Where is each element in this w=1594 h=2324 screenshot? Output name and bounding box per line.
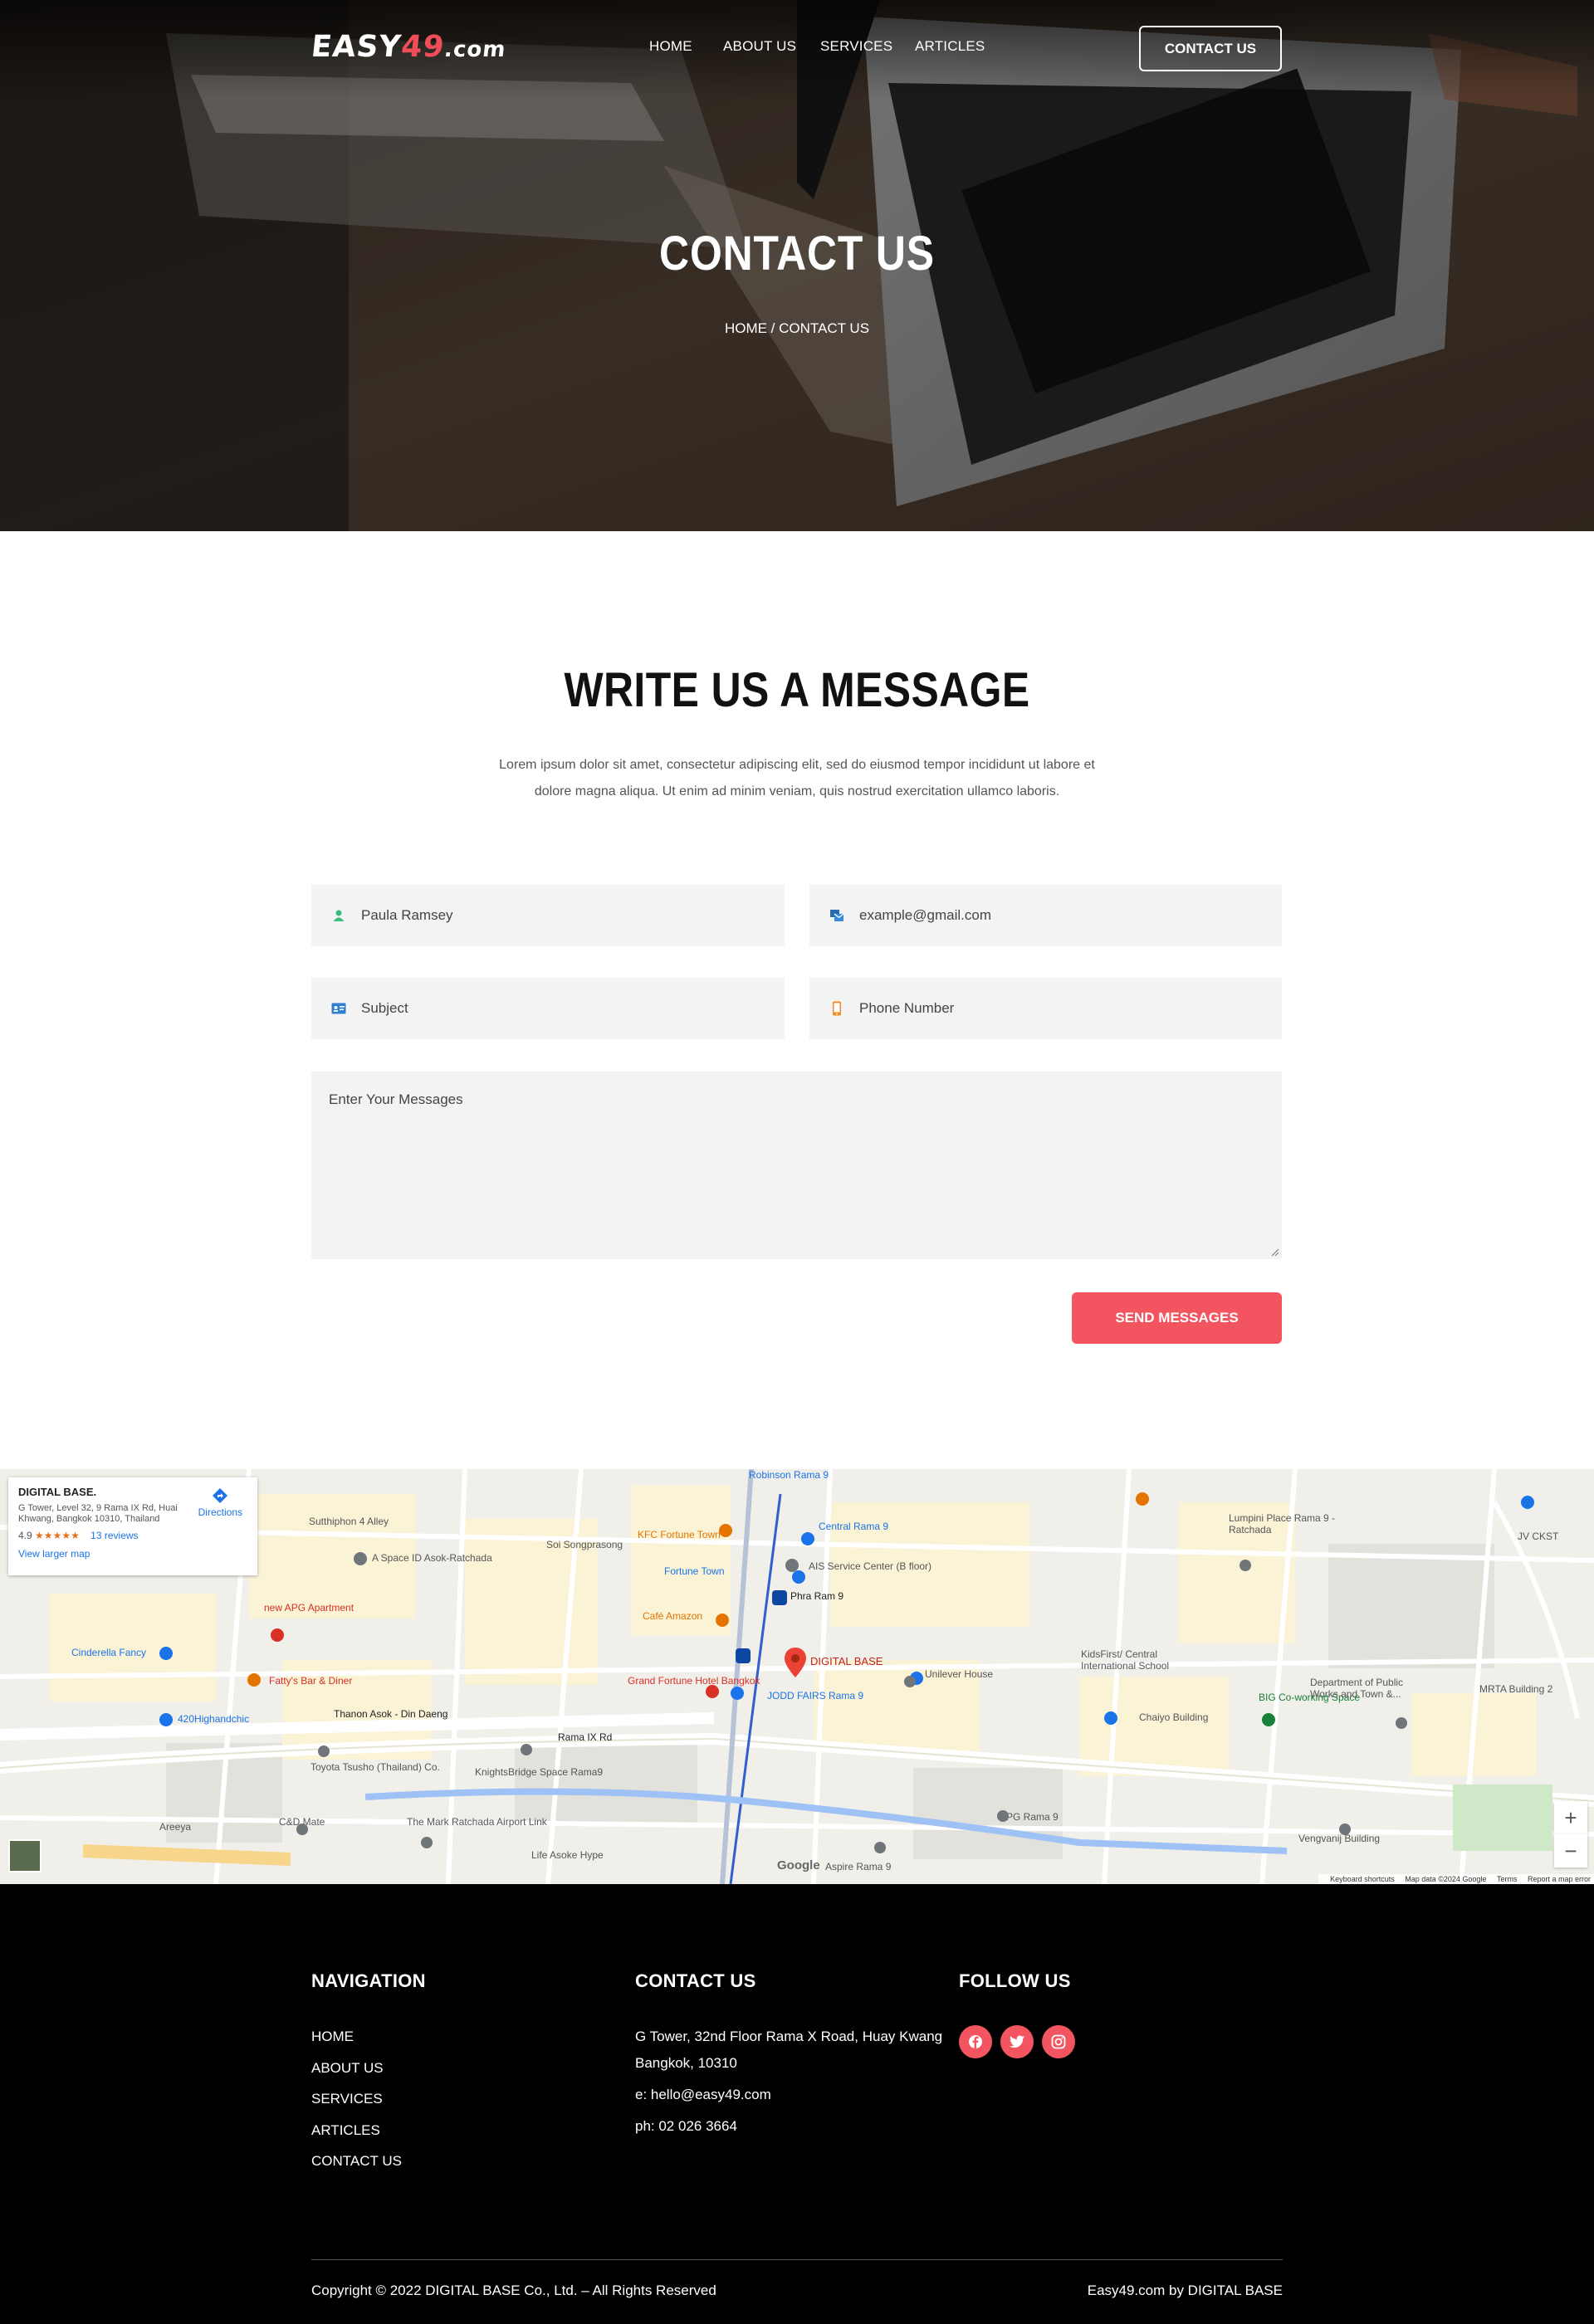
footer-navigation-title: NAVIGATION (311, 1970, 426, 1991)
footer-link-articles[interactable]: ARTICLES (311, 2122, 380, 2139)
footer-contact-title: CONTACT US (635, 1970, 756, 1991)
send-messages-button[interactable]: SEND MESSAGES (1072, 1292, 1282, 1344)
hero-banner: EASY49.com HOME ABOUT US SERVICES ARTICL… (0, 0, 1594, 531)
email-field (809, 885, 1282, 946)
zoom-in-button[interactable]: + (1554, 1801, 1587, 1834)
map-attribution: Keyboard shortcuts Map data ©2024 Google… (1318, 1874, 1594, 1884)
place-rating: 4.9 ★★★★★ 13 reviews (18, 1530, 139, 1541)
footer-link-home[interactable]: HOME (311, 2029, 354, 2045)
phone-input[interactable] (859, 978, 1282, 1039)
view-larger-map-link[interactable]: View larger map (18, 1548, 247, 1560)
twitter-icon[interactable] (1000, 2025, 1034, 2058)
instagram-icon[interactable] (1042, 2025, 1075, 2058)
rating-stars-icon: ★★★★★ (35, 1530, 80, 1541)
resize-handle-icon[interactable] (1269, 1247, 1279, 1257)
name-field (311, 885, 785, 946)
breadcrumb: HOME / CONTACT US (724, 320, 870, 336)
footer-address-line2: Bangkok, 10310 (635, 2055, 737, 2071)
page-title: CONTACT US (659, 227, 935, 281)
email-icon (829, 908, 844, 923)
zoom-out-button[interactable]: − (1554, 1834, 1587, 1868)
section-title: WRITE US A MESSAGE (564, 663, 1030, 717)
reviews-link[interactable]: 13 reviews (90, 1530, 138, 1541)
message-textarea[interactable] (311, 1072, 1282, 1259)
keyboard-shortcuts-link[interactable]: Keyboard shortcuts (1330, 1875, 1395, 1883)
report-error-link[interactable]: Report a map error (1528, 1875, 1591, 1883)
site-credit: Easy49.com by DIGITAL BASE (1087, 2282, 1283, 2298)
footer-address-line1: G Tower, 32nd Floor Rama X Road, Huay Kw… (635, 2029, 943, 2044)
directions-icon (213, 1488, 228, 1503)
nav-articles[interactable]: ARTICLES (915, 38, 985, 55)
footer-follow-title: FOLLOW US (959, 1970, 1071, 1991)
map-data-text: Map data ©2024 Google (1405, 1875, 1487, 1883)
footer-link-contact-us[interactable]: CONTACT US (311, 2153, 402, 2170)
footer-phone[interactable]: ph: 02 026 3664 (635, 2113, 737, 2140)
google-map[interactable]: DIGITAL BASE Robinson Rama 9 Central Ram… (0, 1469, 1594, 1884)
footer-link-services[interactable]: SERVICES (311, 2091, 383, 2107)
top-navigation-bar (0, 0, 1594, 98)
phone-icon (829, 1001, 844, 1016)
subject-field (311, 978, 785, 1039)
user-icon (331, 908, 346, 923)
site-logo[interactable]: EASY49.com (310, 30, 508, 64)
footer-link-about-us[interactable]: ABOUT US (311, 2060, 384, 2077)
footer-email[interactable]: e: hello@easy49.com (635, 2082, 771, 2108)
footer-divider (311, 2259, 1283, 2260)
directions-button[interactable]: Directions (198, 1487, 242, 1518)
nav-about-us[interactable]: ABOUT US (723, 38, 796, 55)
site-footer: NAVIGATION HOME ABOUT US SERVICES ARTICL… (0, 1884, 1594, 2324)
subject-input[interactable] (361, 978, 785, 1039)
google-logo: Google (777, 1858, 820, 1872)
place-address: G Tower, Level 32, 9 Rama IX Rd, Huai Kh… (18, 1503, 178, 1524)
email-input[interactable] (859, 885, 1282, 946)
name-input[interactable] (361, 885, 785, 946)
id-card-icon (331, 1001, 346, 1016)
message-field (311, 1072, 1282, 1259)
nav-home[interactable]: HOME (649, 38, 692, 55)
phone-field (809, 978, 1282, 1039)
contact-us-button[interactable]: CONTACT US (1139, 26, 1282, 71)
section-description: Lorem ipsum dolor sit amet, consectetur … (499, 758, 1095, 798)
facebook-icon[interactable] (959, 2025, 992, 2058)
nav-services[interactable]: SERVICES (820, 38, 892, 55)
map-info-card: DIGITAL BASE. G Tower, Level 32, 9 Rama … (8, 1477, 257, 1575)
copyright-text: Copyright © 2022 DIGITAL BASE Co., Ltd. … (311, 2282, 716, 2298)
terms-link[interactable]: Terms (1497, 1875, 1518, 1883)
satellite-toggle-button[interactable] (8, 1839, 42, 1872)
